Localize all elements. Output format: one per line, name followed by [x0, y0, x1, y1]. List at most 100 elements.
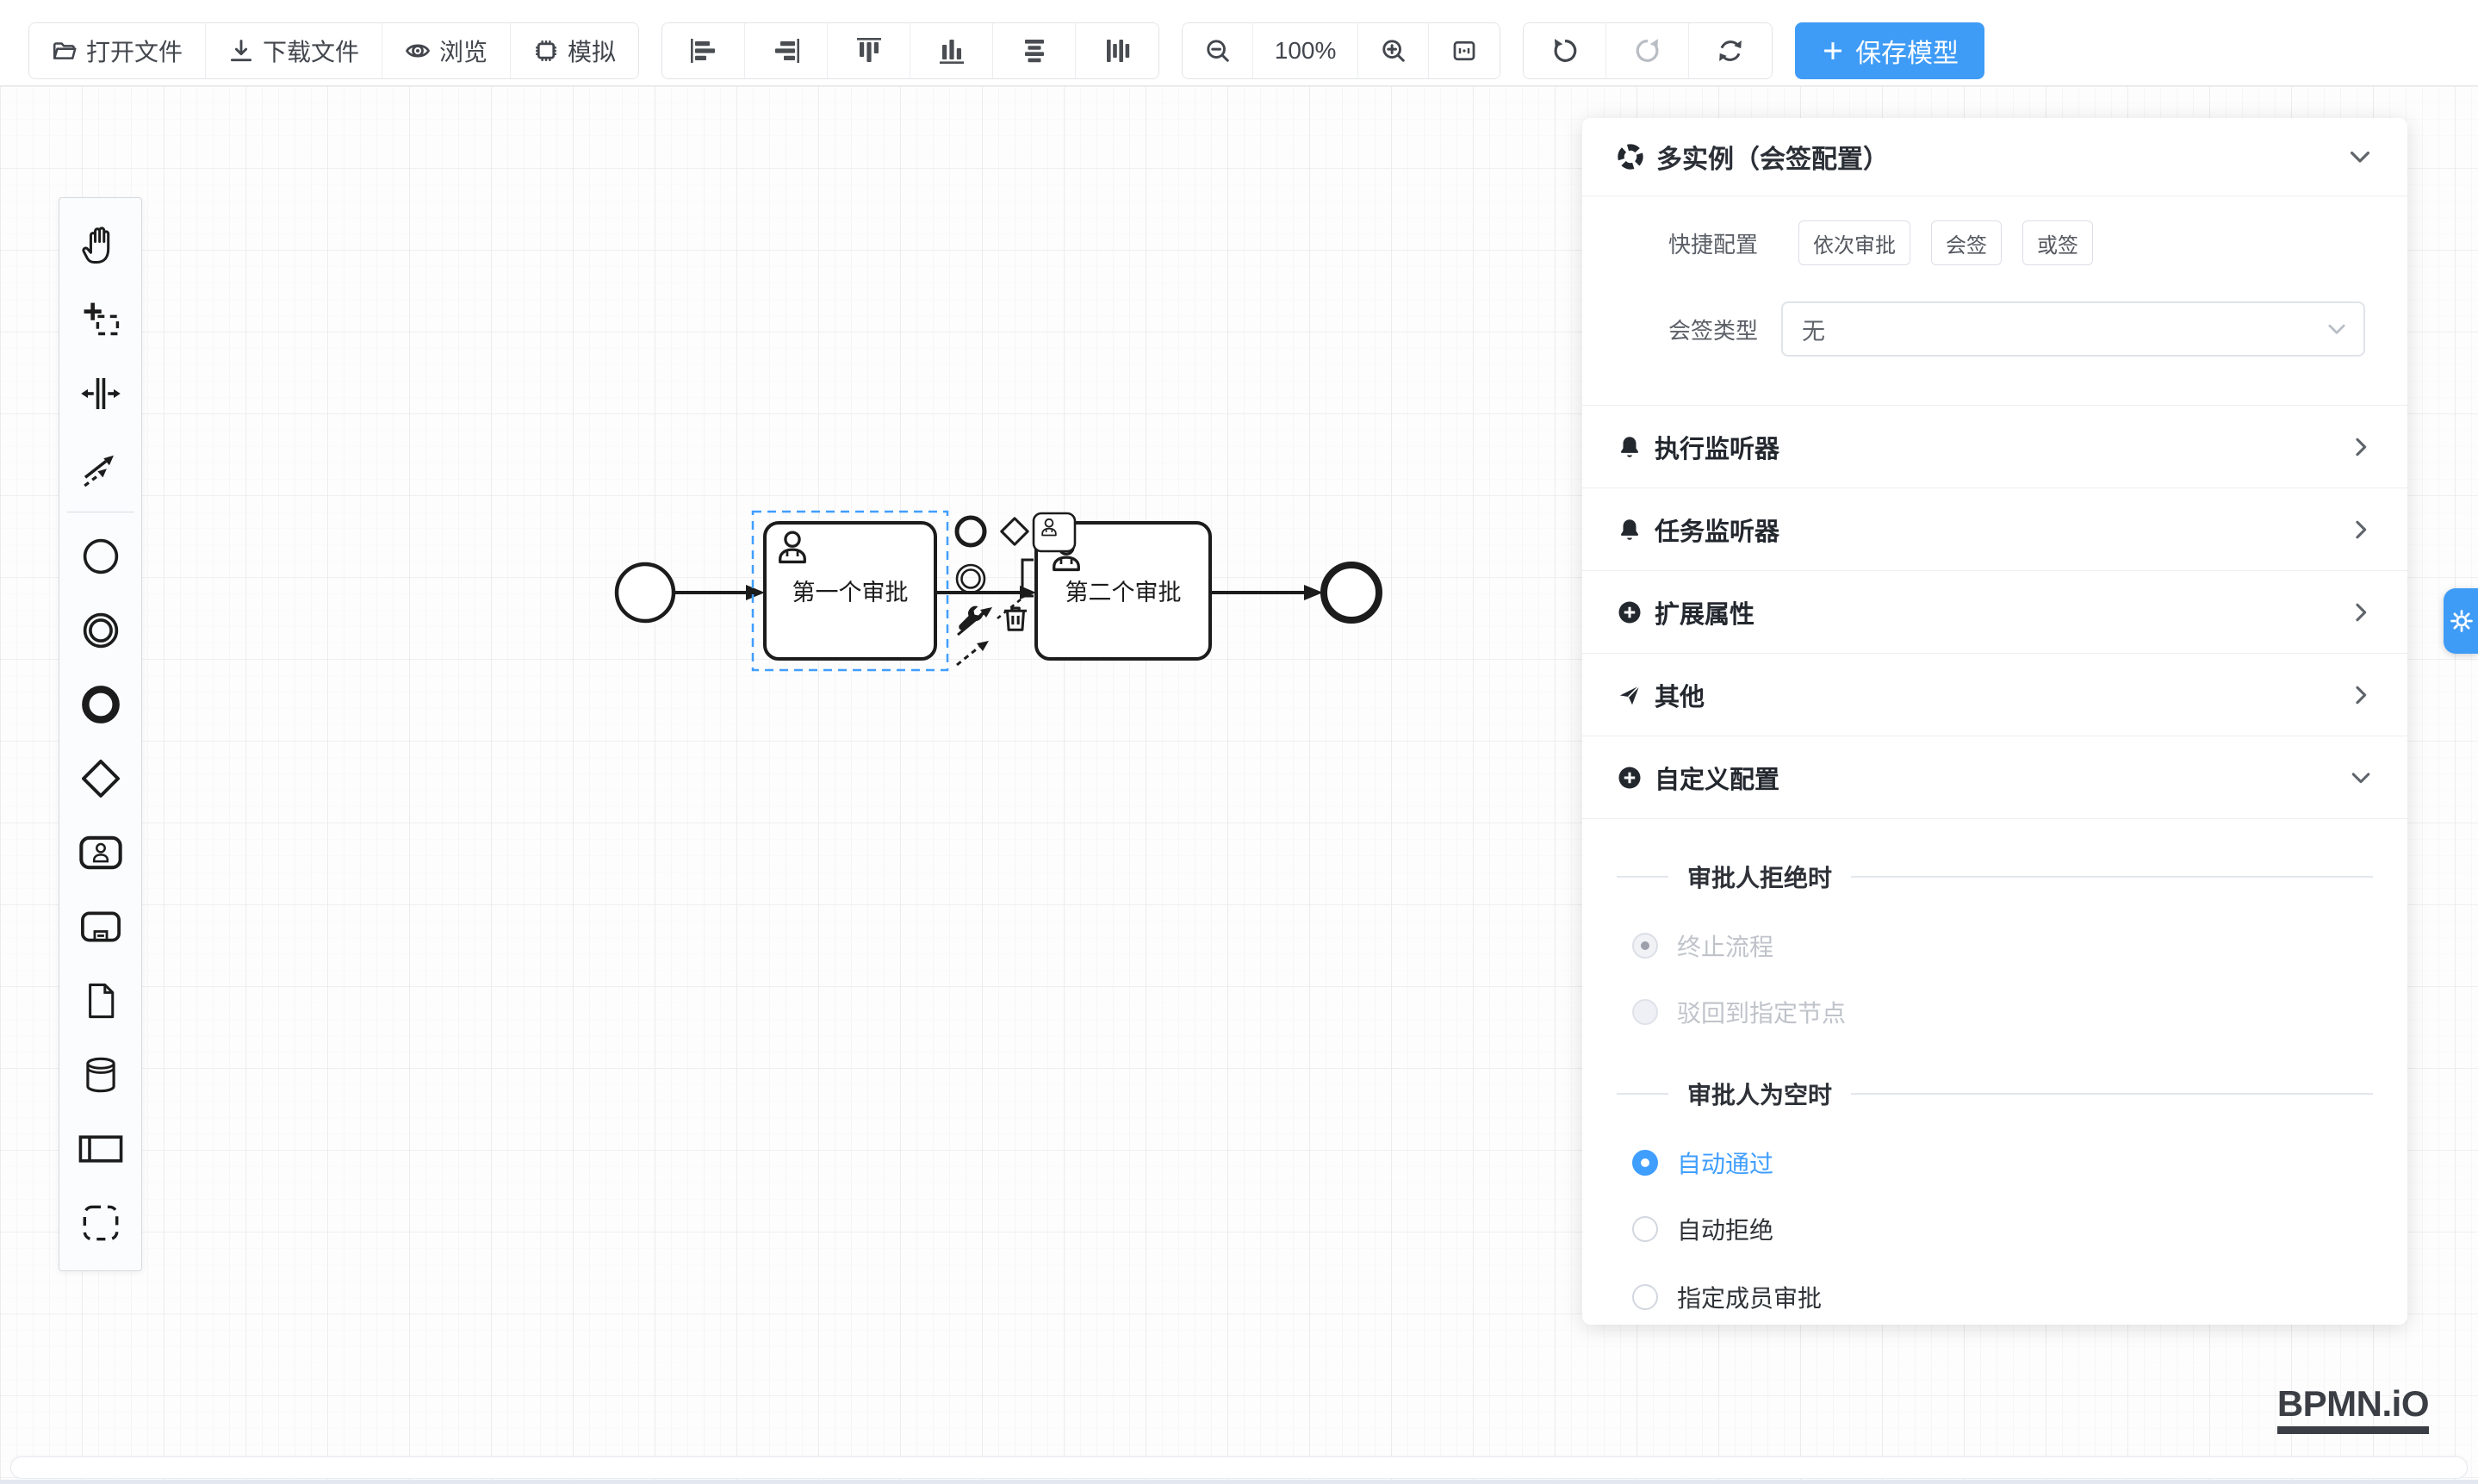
- download-file-label: 下载文件: [263, 34, 359, 68]
- radio-icon[interactable]: [1632, 1150, 1658, 1176]
- section-task-listener[interactable]: 任务监听器: [1582, 488, 2407, 571]
- folder-icon: [52, 38, 78, 64]
- quick-config-row: 快捷配置 依次审批 会签 或签: [1582, 207, 2407, 279]
- bpmn-io-logo[interactable]: BPMN.iO: [2277, 1383, 2429, 1434]
- align-top-icon: [856, 36, 882, 65]
- chip-icon: [533, 38, 559, 64]
- palette-end-event[interactable]: [59, 667, 141, 742]
- radio-label: 自动拒绝: [1677, 1212, 1773, 1246]
- horizontal-scrollbar[interactable]: [10, 1456, 2468, 1479]
- sequence-flow-1[interactable]: [674, 585, 765, 600]
- save-model-label: 保存模型: [1855, 32, 1959, 70]
- radio-icon[interactable]: [1632, 1216, 1658, 1242]
- redo-icon: [1634, 37, 1661, 65]
- fit-viewport-icon: [1451, 38, 1477, 64]
- align-bottom-button[interactable]: [910, 23, 993, 78]
- radio-icon[interactable]: [1632, 1284, 1658, 1310]
- palette-user-task[interactable]: [59, 816, 141, 890]
- chevron-down-icon: [2349, 766, 2373, 790]
- align-tools-group: [661, 22, 1159, 79]
- palette-start-event[interactable]: [59, 519, 141, 593]
- open-file-button[interactable]: 打开文件: [29, 23, 206, 78]
- sign-type-select[interactable]: 无: [1781, 301, 2365, 357]
- save-model-button[interactable]: 保存模型: [1795, 22, 1984, 79]
- browse-button[interactable]: 浏览: [382, 23, 511, 78]
- palette-intermediate-event[interactable]: [59, 593, 141, 667]
- radio-label: 驳回到指定节点: [1677, 995, 1846, 1029]
- end-event[interactable]: [1324, 565, 1379, 620]
- radio-label: 指定成员审批: [1677, 1280, 1822, 1314]
- zoom-in-button[interactable]: [1358, 23, 1429, 78]
- quick-option-orsign-button[interactable]: 或签: [2022, 220, 2093, 265]
- palette-lasso-tool[interactable]: [59, 283, 141, 357]
- section-other[interactable]: 其他: [1582, 654, 2407, 736]
- append-task-icon[interactable]: [1034, 513, 1075, 551]
- start-event[interactable]: [617, 564, 674, 621]
- palette-data-store[interactable]: [59, 1038, 141, 1112]
- distribute-rows-button[interactable]: [993, 23, 1076, 78]
- distribute-columns-button[interactable]: [1076, 23, 1158, 78]
- append-end-event-icon[interactable]: [957, 518, 984, 545]
- palette-hand-tool[interactable]: [59, 208, 141, 283]
- settings-tab[interactable]: [2444, 588, 2478, 654]
- zoom-out-icon: [1205, 38, 1231, 64]
- radio-terminate-process[interactable]: 终止流程: [1582, 916, 2407, 976]
- fit-viewport-button[interactable]: [1429, 23, 1500, 78]
- reset-icon: [1717, 37, 1744, 65]
- radio-label: 自动通过: [1677, 1146, 1773, 1180]
- radio-auto-reject[interactable]: 自动拒绝: [1582, 1199, 2407, 1259]
- section-execution-listener[interactable]: 执行监听器: [1582, 406, 2407, 488]
- palette-data-object[interactable]: [59, 964, 141, 1038]
- palette-gateway[interactable]: [59, 742, 141, 816]
- panel-title: 多实例（会签配置）: [1656, 138, 1889, 176]
- section-label: 任务监听器: [1655, 512, 1779, 548]
- redo-button[interactable]: [1606, 23, 1689, 78]
- delete-trash-icon[interactable]: [1004, 608, 1027, 630]
- panel-header[interactable]: 多实例（会签配置）: [1582, 118, 2407, 196]
- chevron-right-icon: [2349, 600, 2373, 624]
- radio-auto-pass[interactable]: 自动通过: [1582, 1133, 2407, 1193]
- palette-space-tool[interactable]: [59, 357, 141, 431]
- multi-instance-icon: [1617, 143, 1644, 171]
- section-label: 扩展属性: [1655, 594, 1754, 630]
- section-label: 自定义配置: [1655, 760, 1779, 796]
- align-right-icon: [772, 38, 801, 64]
- align-top-button[interactable]: [828, 23, 910, 78]
- align-left-button[interactable]: [662, 23, 745, 78]
- zoom-out-button[interactable]: [1183, 23, 1253, 78]
- zoom-level: 100%: [1253, 23, 1358, 78]
- task-first-approval[interactable]: 第一个审批: [765, 523, 935, 659]
- quick-option-sequential-button[interactable]: 依次审批: [1798, 220, 1910, 265]
- palette-subprocess[interactable]: [59, 890, 141, 964]
- radio-return-to-node[interactable]: 驳回到指定节点: [1582, 982, 2407, 1042]
- palette-global-connect-tool[interactable]: [59, 431, 141, 505]
- sequence-flow-3[interactable]: [1210, 585, 1323, 600]
- quick-option-countersign-button[interactable]: 会签: [1931, 220, 2002, 265]
- align-right-button[interactable]: [745, 23, 828, 78]
- sign-type-row: 会签类型 无: [1582, 293, 2407, 365]
- sign-type-label: 会签类型: [1661, 314, 1758, 345]
- palette-group[interactable]: [59, 1186, 141, 1260]
- undo-button[interactable]: [1524, 23, 1606, 78]
- chevron-right-icon: [2349, 435, 2373, 459]
- download-file-button[interactable]: 下载文件: [206, 23, 382, 78]
- gear-icon: [2449, 608, 2475, 634]
- palette-participant-pool[interactable]: [59, 1112, 141, 1186]
- append-intermediate-event-icon[interactable]: [957, 565, 984, 593]
- reset-button[interactable]: [1689, 23, 1772, 78]
- browse-label: 浏览: [439, 34, 488, 68]
- send-icon: [1617, 682, 1643, 708]
- sequence-flow-2[interactable]: [935, 586, 1036, 599]
- simulate-label: 模拟: [568, 34, 616, 68]
- plus-circle-icon: [1617, 765, 1643, 791]
- section-custom-config[interactable]: 自定义配置: [1582, 736, 2407, 819]
- align-bottom-icon: [939, 36, 965, 65]
- radio-icon[interactable]: [1632, 999, 1658, 1025]
- simulate-button[interactable]: 模拟: [511, 23, 638, 78]
- append-gateway-icon[interactable]: [1002, 518, 1028, 544]
- bottom-edge-line: [0, 1480, 2478, 1484]
- section-label: 其他: [1655, 677, 1705, 713]
- radio-assign-member[interactable]: 指定成员审批: [1582, 1267, 2407, 1327]
- section-extension-properties[interactable]: 扩展属性: [1582, 571, 2407, 654]
- radio-icon[interactable]: [1632, 933, 1658, 959]
